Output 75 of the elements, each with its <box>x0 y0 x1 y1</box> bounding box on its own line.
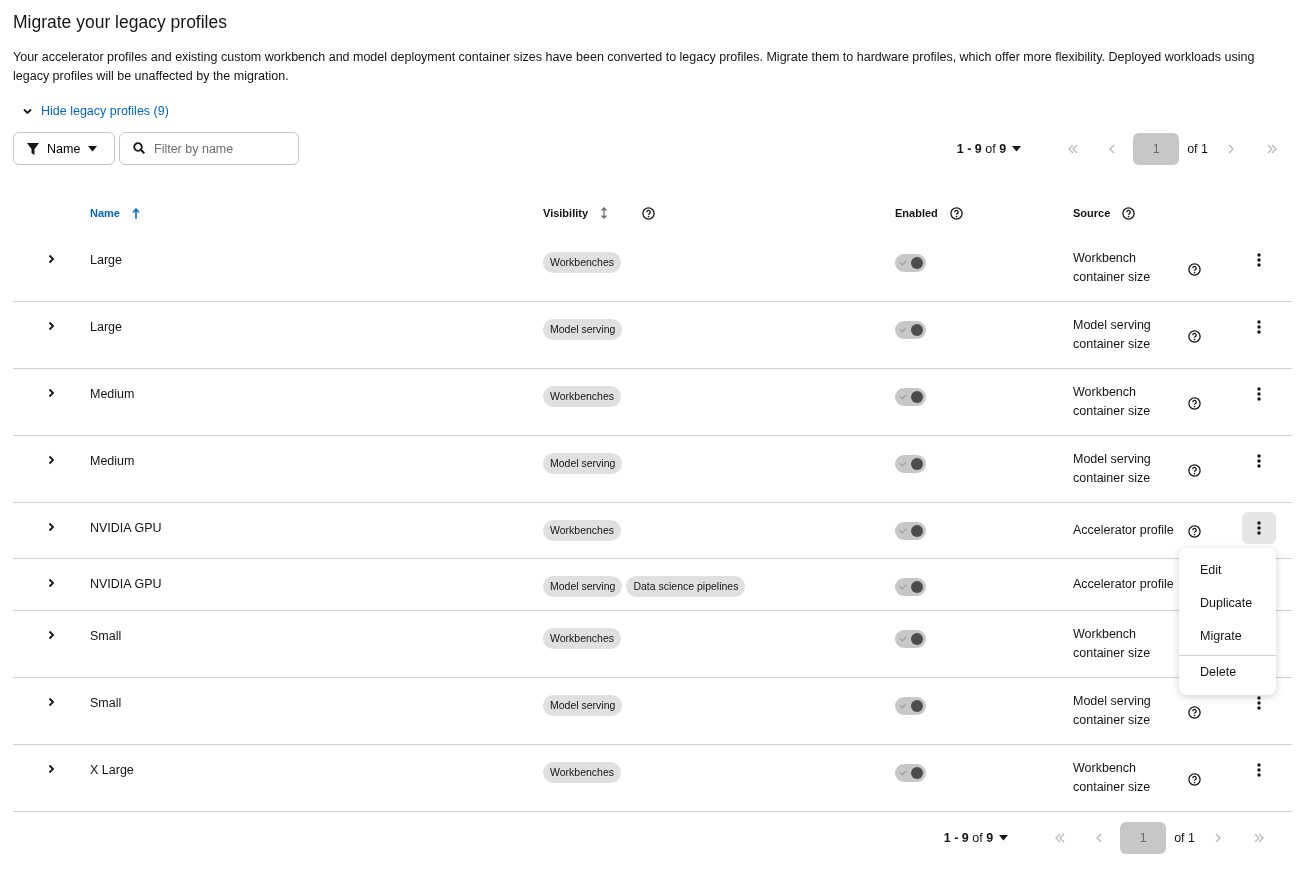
chevron-right-icon <box>47 764 56 774</box>
pagination-toggle[interactable]: 1 - 9 of 9 <box>948 141 1030 156</box>
profile-name: X Large <box>90 762 134 779</box>
chevron-right-icon <box>47 455 56 465</box>
sort-ascending-icon[interactable] <box>131 207 140 219</box>
source-text: Workbench container size <box>1073 760 1151 796</box>
filter-dropdown[interactable]: Name <box>13 132 115 165</box>
pagination-toggle[interactable]: 1 - 9 of 9 <box>935 831 1017 845</box>
profile-name: Medium <box>90 386 135 403</box>
profile-name: NVIDIA GPU <box>90 520 162 537</box>
kebab-icon <box>1257 320 1261 334</box>
visibility-label: Model serving <box>543 576 623 597</box>
kebab-icon <box>1257 763 1261 777</box>
page-count: of 1 <box>1187 141 1208 156</box>
menu-item[interactable]: Delete <box>1179 655 1276 689</box>
column-header[interactable]: Name <box>90 207 120 219</box>
kebab-icon <box>1257 454 1261 468</box>
first-page-icon <box>1054 833 1067 843</box>
kebab-icon <box>1257 387 1261 401</box>
visibility-label: Model serving <box>543 695 623 716</box>
menu-item[interactable]: Edit <box>1179 554 1276 587</box>
kebab-icon <box>1257 521 1261 535</box>
source-text: Workbench container size <box>1073 626 1151 662</box>
description-text: Your accelerator profiles and existing custom workbench and model deployment container sizes have been converted to legacy profiles. Migrate them to hardware profiles, which offer more flexibility. Deployed workloads using legacy profiles will be unaffected by the migration. <box>13 49 1256 85</box>
chevron-down-icon <box>23 106 32 116</box>
visibility-label: Workbenches <box>543 520 621 541</box>
column-header: Enabled <box>895 207 938 219</box>
chevron-right-icon <box>47 522 56 532</box>
profile-name: Small <box>90 628 122 645</box>
profile-name: Large <box>90 319 122 336</box>
chevron-right-icon <box>47 697 56 707</box>
first-page-icon <box>1067 143 1080 154</box>
chevron-right-icon <box>47 578 56 588</box>
visibility-label: Workbenches <box>543 252 621 273</box>
help-icon[interactable] <box>642 206 656 220</box>
menu-item[interactable]: Duplicate <box>1179 587 1276 620</box>
chevron-right-icon <box>47 388 56 398</box>
chevron-right-icon <box>47 254 56 264</box>
visibility-label: Workbenches <box>543 762 621 783</box>
source-text: Model serving container size <box>1073 693 1151 729</box>
last-page-icon <box>1266 143 1278 154</box>
kebab-icon <box>1257 696 1261 710</box>
help-icon[interactable] <box>1122 206 1136 220</box>
source-text: Model serving container size <box>1073 451 1151 487</box>
profile-name: Small <box>90 695 122 712</box>
caret-down-icon <box>999 835 1009 841</box>
column-header[interactable]: Visibility <box>543 207 589 219</box>
visibility-label: Model serving <box>543 319 623 340</box>
visibility-label: Workbenches <box>543 628 621 649</box>
chevron-right-icon <box>47 321 56 331</box>
profile-name: Large <box>90 252 122 269</box>
menu-item[interactable]: Migrate <box>1179 620 1276 653</box>
search-field[interactable]: Filter by name <box>119 132 299 165</box>
last-page-icon <box>1253 833 1265 843</box>
caret-down-icon <box>1012 145 1022 152</box>
visibility-label: Data science pipelines <box>626 576 746 597</box>
visibility-label: Model serving <box>543 453 623 474</box>
source-text: Accelerator profile <box>1073 522 1174 539</box>
source-text: Workbench container size <box>1073 250 1151 286</box>
sort-icon[interactable] <box>600 207 609 219</box>
page-count: of 1 <box>1174 831 1195 845</box>
help-icon[interactable] <box>949 206 963 220</box>
kebab-icon <box>1257 253 1261 267</box>
source-text: Workbench container size <box>1073 384 1151 420</box>
visibility-label: Workbenches <box>543 386 621 407</box>
column-header: Source <box>1073 207 1111 219</box>
page-title: Migrate your legacy profiles <box>13 11 228 34</box>
source-text: Model serving container size <box>1073 317 1151 353</box>
profile-name: Medium <box>90 453 135 470</box>
hide-profiles-link[interactable]: Hide legacy profiles (9) <box>13 98 179 124</box>
profile-name: NVIDIA GPU <box>90 576 162 593</box>
source-text: Accelerator profile <box>1073 576 1174 593</box>
caret-down-icon <box>88 145 98 152</box>
chevron-right-icon <box>47 630 56 640</box>
filter-icon <box>27 142 39 155</box>
